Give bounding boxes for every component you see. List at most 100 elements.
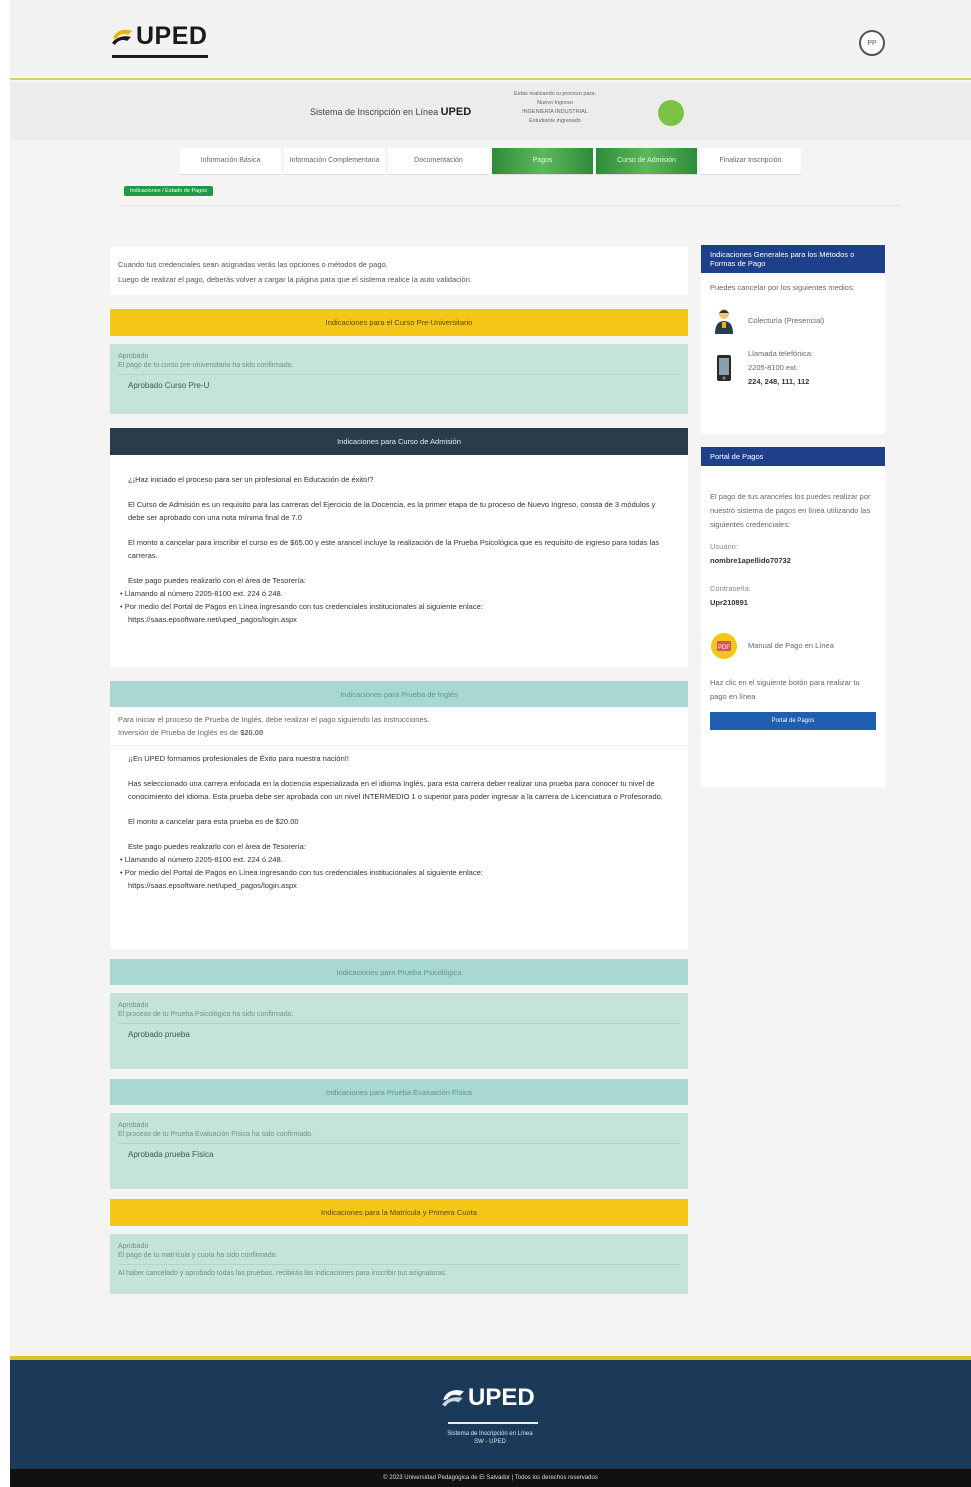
payment-methods-intro: Puedes cancelar por los siguientes medio… [710, 283, 855, 292]
psico-status: Aprobado El proceso de tu Prueba Psicoló… [110, 993, 688, 1069]
process-info-line: Nuevo Ingreso [537, 100, 573, 106]
status-label: Aprobado [118, 1122, 149, 1129]
list-item: Por medio del Portal de Pagos en Línea i… [120, 600, 670, 613]
ingles-intro: Para iniciar el proceso de Prueba de Ing… [110, 707, 688, 746]
user-value: nombre1apellido70732 [710, 556, 791, 565]
ingles-paragraph: El monto a cancelar para esta prueba es … [128, 817, 299, 826]
process-info-line: Estudiante ingresado [529, 118, 581, 124]
ingles-investment-label: Inversión de Prueba de Inglés es de [118, 728, 239, 737]
status-divider [118, 1264, 680, 1265]
logo-mark-icon [112, 29, 132, 45]
method-telefono: Llamada telefónica: 2205-8100 ext. 224, … [710, 347, 876, 389]
logo-underline [112, 55, 208, 58]
ingles-paragraph: Este pago puedes realizarlo con el área … [128, 842, 306, 851]
process-info: Estás realizando tu proceso para: Nuevo … [500, 90, 610, 126]
intro-card: Cuando tus credenciales sean asignadas v… [110, 247, 688, 295]
list-item: Llamando al número 2205-8100 ext. 224 ó … [120, 587, 670, 600]
manual-label: Manual de Pago en Línea [748, 641, 834, 650]
method-phone-text: Llamada telefónica: 2205-8100 ext. 224, … [748, 347, 813, 389]
status-divider [118, 1023, 680, 1024]
ingles-intro-text: Inversión de Prueba de Inglés es de $20.… [118, 726, 680, 739]
status-text: El pago de tu curso pre-universitario ha… [118, 362, 294, 369]
status-result: Aprobada prueba Física [128, 1150, 214, 1159]
main-column: Cuando tus credenciales sean asignadas v… [110, 247, 688, 1294]
intro-text: Luego de realizar el pago, deberás volve… [118, 275, 472, 284]
tab-pagos[interactable]: Pagos [492, 148, 593, 175]
admision-paragraph: El monto a cancelar para inscribir el cu… [128, 538, 660, 560]
system-title: Sistema de Inscripción en Línea UPED [310, 106, 471, 118]
matricula-status: Aprobado El pago de tu matrícula y cuota… [110, 1234, 688, 1294]
phone-icon [710, 354, 738, 382]
tab-curso-admision[interactable]: Curso de Admisión [596, 148, 697, 175]
user-avatar[interactable]: PP [859, 30, 885, 56]
process-info-line: INGENIERÍA INDUSTRIAL [522, 109, 588, 115]
portal-link[interactable]: https://saas.epsoftware.net/uped_pagos/l… [128, 879, 670, 892]
intro-text: Cuando tus credenciales sean asignadas v… [118, 260, 388, 269]
method-colecturia: Colecturía (Presencial) [710, 307, 876, 335]
method-label: Colecturía (Presencial) [748, 316, 825, 325]
password-value: Upr210891 [710, 598, 748, 607]
admision-paragraph: ¿¡Haz iniciado el proceso para ser un pr… [128, 475, 374, 484]
method-label: 224, 248, 111, 112 [748, 377, 810, 386]
top-header: UPED PP [10, 0, 971, 80]
status-result: Aprobado prueba [128, 1030, 190, 1039]
status-text: El proceso de tu Prueba Psicológica ha s… [118, 1011, 294, 1018]
status-indicator [658, 100, 684, 126]
footer-logo-underline [448, 1422, 538, 1424]
manual-link[interactable]: PDF Manual de Pago en Línea [710, 632, 876, 660]
click-instruction: Haz clic en el siguiente botón para real… [710, 678, 860, 701]
footer-system-line: Sistema de Inscripción en Línea [447, 1431, 533, 1437]
status-label: Aprobado [118, 1243, 149, 1250]
status-result: Aprobado Curso Pre-U [128, 381, 210, 390]
status-label: Aprobado [118, 1002, 149, 1009]
method-label: Llamada telefónica: [748, 349, 814, 358]
tab-finalizar-inscripcion[interactable]: Finalizar Inscripción [700, 148, 801, 175]
status-text: El pago de tu matrícula y cuota ha sido … [118, 1252, 278, 1259]
admision-paragraph: Este pago puedes realizarlo con el área … [128, 576, 306, 585]
status-text: El proceso de tu Prueba Evaluación Físic… [118, 1131, 313, 1138]
step-tabs: Información Básica Información Complemen… [180, 148, 801, 175]
footer: UPED Sistema de Inscripción en Línea SW … [10, 1356, 971, 1469]
list-item: Por medio del Portal de Pagos en Línea i… [120, 866, 670, 879]
uped-logo[interactable]: UPED [110, 22, 207, 51]
status-note: Al haber cancelado y aprobado todas las … [118, 1270, 448, 1277]
psico-header: Indicaciones para Prueba Psicológica [110, 959, 688, 985]
portal-link[interactable]: https://saas.epsoftware.net/uped_pagos/l… [128, 613, 670, 626]
system-band: Sistema de Inscripción en Línea UPED Est… [10, 82, 971, 140]
svg-text:PDF: PDF [718, 645, 730, 651]
matricula-header: Indicaciones para la Matrícula y Primera… [110, 1199, 688, 1226]
method-label: 2205-8100 ext. [748, 363, 799, 372]
preuni-header: Indicaciones para el Curso Pre-Universit… [110, 309, 688, 336]
system-title-brand: UPED [440, 106, 472, 118]
tab-documentacion[interactable]: Documentación [388, 148, 489, 175]
footer-system-line: SW - UPED [474, 1439, 506, 1445]
ingles-paragraph: ¡¡En UPED formamos profesionales de Éxit… [128, 754, 349, 763]
admision-list: Llamando al número 2205-8100 ext. 224 ó … [120, 587, 670, 613]
payment-portal-title: Portal de Pagos [701, 447, 885, 466]
divider [120, 205, 900, 206]
payment-methods-panel: Indicaciones Generales para los Métodos … [701, 245, 885, 434]
footer-logo[interactable]: UPED [440, 1384, 535, 1412]
breadcrumb[interactable]: Indicaciones / Estado de Pagos [124, 186, 214, 196]
admision-body: ¿¡Haz iniciado el proceso para ser un pr… [110, 455, 688, 667]
admision-paragraph: El Curso de Admisión es un requisito par… [128, 500, 656, 522]
ingles-card: Para iniciar el proceso de Prueba de Ing… [110, 707, 688, 949]
ingles-list: Llamando al número 2205-8100 ext. 224 ó … [120, 853, 670, 879]
admision-header: Indicaciones para Curso de Admisión [110, 428, 688, 455]
status-divider [118, 374, 680, 375]
system-title-prefix: Sistema de Inscripción en Línea [310, 107, 439, 117]
portal-de-pagos-button[interactable]: Portal de Pagos [710, 712, 876, 730]
fisica-status: Aprobado El proceso de tu Prueba Evaluac… [110, 1113, 688, 1189]
status-label: Aprobado [118, 353, 149, 360]
ingles-header: Indicaciones para Prueba de Inglés [110, 681, 688, 707]
logo-text: UPED [136, 22, 208, 50]
tab-informacion-basica[interactable]: Información Básica [180, 148, 281, 175]
tab-informacion-complementaria[interactable]: Información Complementaria [284, 148, 385, 175]
process-info-line: Estás realizando tu proceso para: [514, 91, 596, 97]
status-divider [118, 1143, 680, 1144]
footer-logo-text: UPED [468, 1384, 535, 1411]
page: UPED PP Sistema de Inscripción en Línea … [10, 0, 971, 1487]
copyright-bar: © 2023 Universidad Pedagógica de El Salv… [10, 1469, 971, 1487]
ingles-amount: $20.00 [240, 728, 264, 737]
user-label: Usuario: [710, 542, 738, 551]
